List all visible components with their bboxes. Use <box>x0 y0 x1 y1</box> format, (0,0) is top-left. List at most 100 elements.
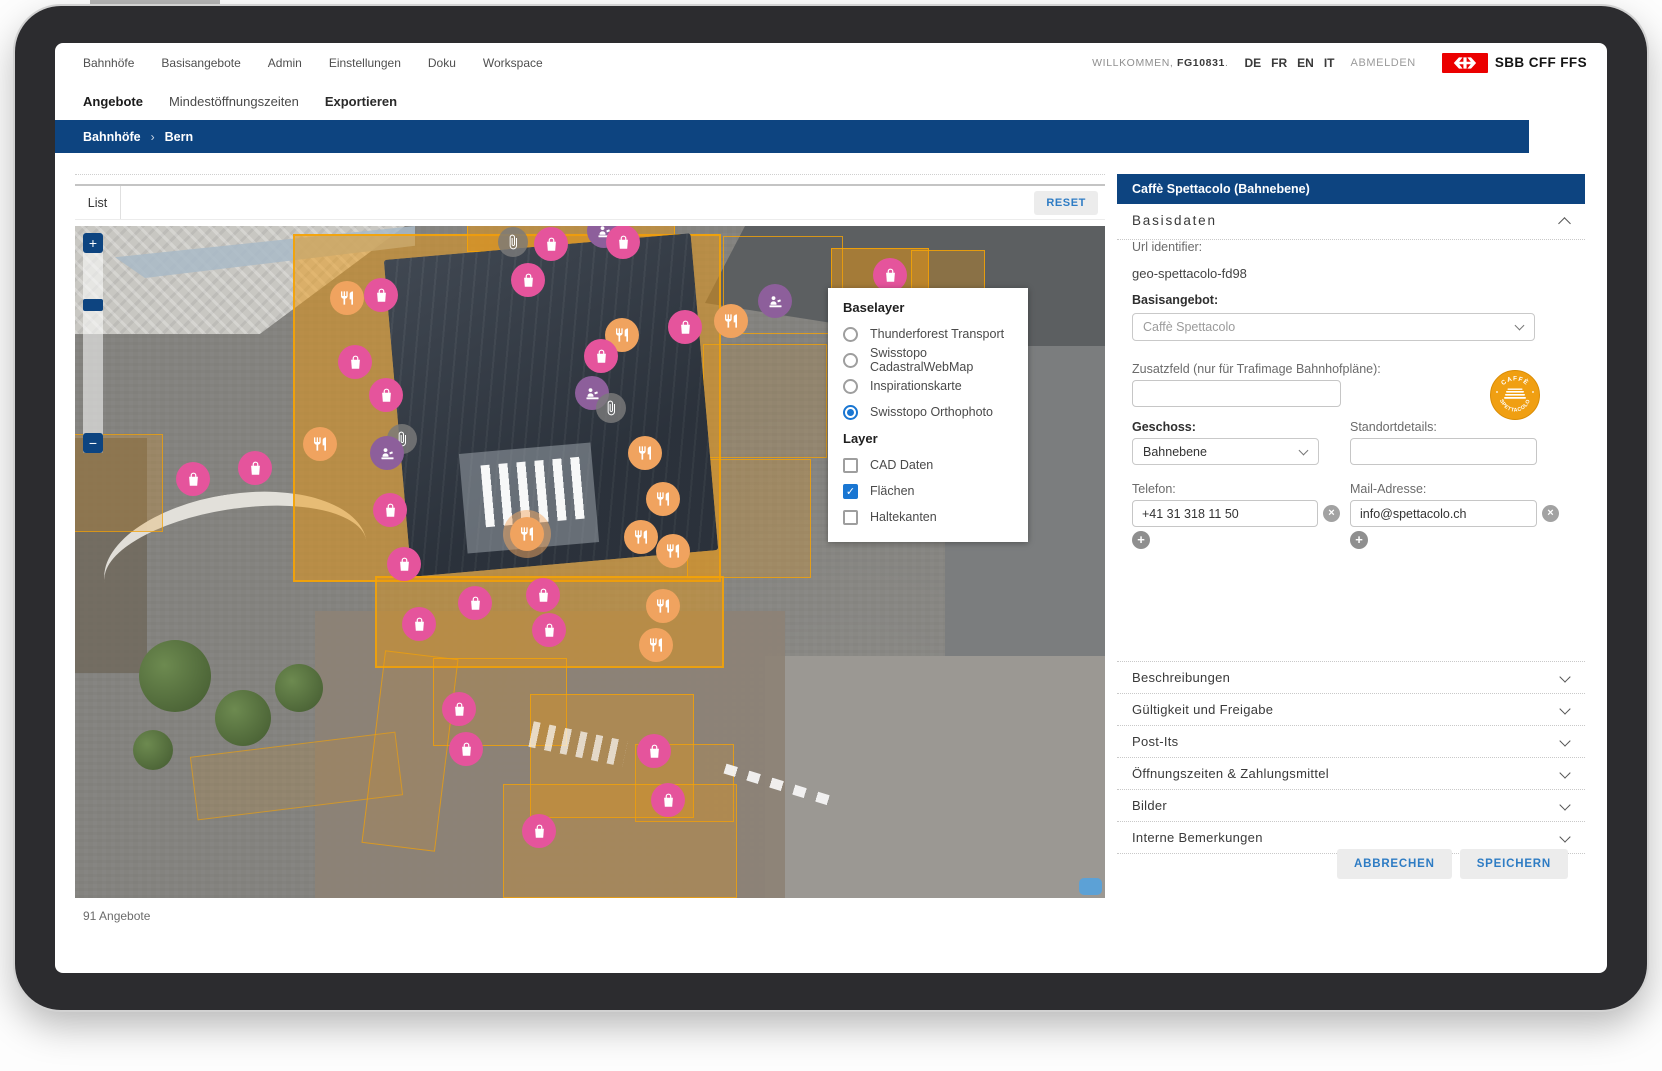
marker-shop[interactable] <box>176 462 210 496</box>
section-post-its[interactable]: Post-Its <box>1117 726 1585 758</box>
section-bilder[interactable]: Bilder <box>1117 790 1585 822</box>
baselayer-option-swisstopo-cadastralwebmap[interactable]: Swisstopo CadastralWebMap <box>828 347 1028 373</box>
mail-input[interactable] <box>1350 500 1537 527</box>
marker-food[interactable] <box>510 517 544 551</box>
clear-mail-button[interactable]: × <box>1542 505 1559 522</box>
logout-link[interactable]: ABMELDEN <box>1351 57 1416 69</box>
add-telefon-button[interactable]: + <box>1132 531 1150 549</box>
marker-shop[interactable] <box>873 258 907 292</box>
marker-service[interactable] <box>370 436 404 470</box>
header-right: WILLKOMMEN, FG10831. DEFRENIT ABMELDEN S… <box>1092 53 1607 73</box>
marker-food[interactable] <box>646 589 680 623</box>
marker-attachment[interactable] <box>498 227 528 257</box>
map-canvas[interactable]: + − Baselayer Thunderforest TransportSwi… <box>75 226 1105 898</box>
marker-shop[interactable] <box>526 578 560 612</box>
section-basisdaten[interactable]: Basisdaten <box>1117 204 1585 240</box>
zusatzfeld-input[interactable] <box>1132 380 1341 407</box>
marker-shop[interactable] <box>387 547 421 581</box>
nav-item-doku[interactable]: Doku <box>428 56 456 70</box>
marker-shop[interactable] <box>338 345 372 379</box>
checkbox-icon[interactable] <box>843 510 858 525</box>
marker-shop[interactable] <box>364 278 398 312</box>
paperclip-icon <box>603 400 619 416</box>
marker-food[interactable] <box>656 534 690 568</box>
nav-item-admin[interactable]: Admin <box>268 56 302 70</box>
marker-shop[interactable] <box>606 226 640 259</box>
marker-food[interactable] <box>330 281 364 315</box>
baselayer-option-thunderforest-transport[interactable]: Thunderforest Transport <box>828 321 1028 347</box>
section-öffnungszeiten-&-zahlungsmittel[interactable]: Öffnungszeiten & Zahlungsmittel <box>1117 758 1585 790</box>
marker-shop[interactable] <box>522 814 556 848</box>
marker-food[interactable] <box>646 482 680 516</box>
baselayer-option-inspirationskarte[interactable]: Inspirationskarte <box>828 373 1028 399</box>
marker-shop[interactable] <box>584 339 618 373</box>
zoom-slider-track[interactable] <box>83 233 103 453</box>
marker-attachment[interactable] <box>596 393 626 423</box>
marker-shop[interactable] <box>511 263 545 297</box>
language-en[interactable]: EN <box>1297 56 1314 70</box>
basisangebot-select[interactable]: Caffè Spettacolo <box>1132 313 1535 341</box>
marker-shop[interactable] <box>238 451 272 485</box>
radio-icon[interactable] <box>843 379 858 394</box>
geschoss-select[interactable]: Bahnebene <box>1132 438 1319 465</box>
nav-item-workspace[interactable]: Workspace <box>483 56 543 70</box>
marker-shop[interactable] <box>532 613 566 647</box>
standortdetails-input[interactable] <box>1350 438 1537 465</box>
cancel-button[interactable]: ABBRECHEN <box>1337 849 1452 879</box>
zoom-out-button[interactable]: − <box>83 433 103 453</box>
radio-icon[interactable] <box>843 353 858 368</box>
baselayer-option-swisstopo-orthophoto[interactable]: Swisstopo Orthophoto <box>828 399 1028 425</box>
nav-item-bahnhöfe[interactable]: Bahnhöfe <box>83 56 134 70</box>
telefon-input[interactable] <box>1132 500 1318 527</box>
section-label: Beschreibungen <box>1132 662 1230 693</box>
clear-telefon-button[interactable]: × <box>1323 505 1340 522</box>
restaurant-icon <box>312 436 328 452</box>
breadcrumb-item-bahnhöfe[interactable]: Bahnhöfe <box>83 130 141 144</box>
marker-shop[interactable] <box>458 586 492 620</box>
marker-food[interactable] <box>624 520 658 554</box>
language-switcher: DE FR EN IT <box>1245 56 1335 70</box>
marker-shop[interactable] <box>442 692 476 726</box>
checkbox-icon[interactable] <box>843 458 858 473</box>
subnav-item-angebote[interactable]: Angebote <box>83 94 143 109</box>
marker-shop[interactable] <box>534 227 568 261</box>
marker-shop[interactable] <box>373 493 407 527</box>
add-mail-button[interactable]: + <box>1350 531 1368 549</box>
marker-shop[interactable] <box>402 607 436 641</box>
zoom-in-button[interactable]: + <box>83 233 103 253</box>
marker-food[interactable] <box>303 427 337 461</box>
subnav-item-exportieren[interactable]: Exportieren <box>325 94 397 109</box>
subnav-item-mindestöffnungszeiten[interactable]: Mindestöffnungszeiten <box>169 94 299 109</box>
checkbox-icon[interactable]: ✓ <box>843 484 858 499</box>
marker-shop[interactable] <box>637 734 671 768</box>
overlay-option-cad-daten[interactable]: CAD Daten <box>828 452 1028 478</box>
marker-food[interactable] <box>714 304 748 338</box>
marker-food[interactable] <box>639 628 673 662</box>
chevron-down-icon <box>1559 735 1570 746</box>
nav-item-basisangebote[interactable]: Basisangebote <box>161 56 240 70</box>
shopping-bag-icon <box>541 622 558 639</box>
overlay-option-haltekanten[interactable]: Haltekanten <box>828 504 1028 530</box>
marker-service[interactable] <box>758 284 792 318</box>
radio-icon[interactable] <box>843 327 858 342</box>
radio-icon[interactable] <box>843 405 858 420</box>
zoom-slider-handle[interactable] <box>83 299 103 311</box>
save-button[interactable]: SPEICHERN <box>1460 849 1568 879</box>
breadcrumb-item-bern[interactable]: Bern <box>165 130 193 144</box>
standortdetails-label: Standortdetails: <box>1350 420 1437 434</box>
section-beschreibungen[interactable]: Beschreibungen <box>1117 662 1585 694</box>
language-it[interactable]: IT <box>1324 56 1335 70</box>
overlay-option-flächen[interactable]: ✓Flächen <box>828 478 1028 504</box>
language-fr[interactable]: FR <box>1271 56 1287 70</box>
marker-food[interactable] <box>628 436 662 470</box>
section-gültigkeit-und-freigabe[interactable]: Gültigkeit und Freigabe <box>1117 694 1585 726</box>
language-de[interactable]: DE <box>1245 56 1262 70</box>
nav-item-einstellungen[interactable]: Einstellungen <box>329 56 401 70</box>
marker-shop[interactable] <box>651 783 685 817</box>
marker-shop[interactable] <box>369 378 403 412</box>
tab-list[interactable]: List <box>75 186 121 219</box>
marker-shop[interactable] <box>668 310 702 344</box>
marker-shop[interactable] <box>449 732 483 766</box>
restaurant-icon <box>614 327 630 343</box>
reset-button[interactable]: RESET <box>1034 191 1098 215</box>
